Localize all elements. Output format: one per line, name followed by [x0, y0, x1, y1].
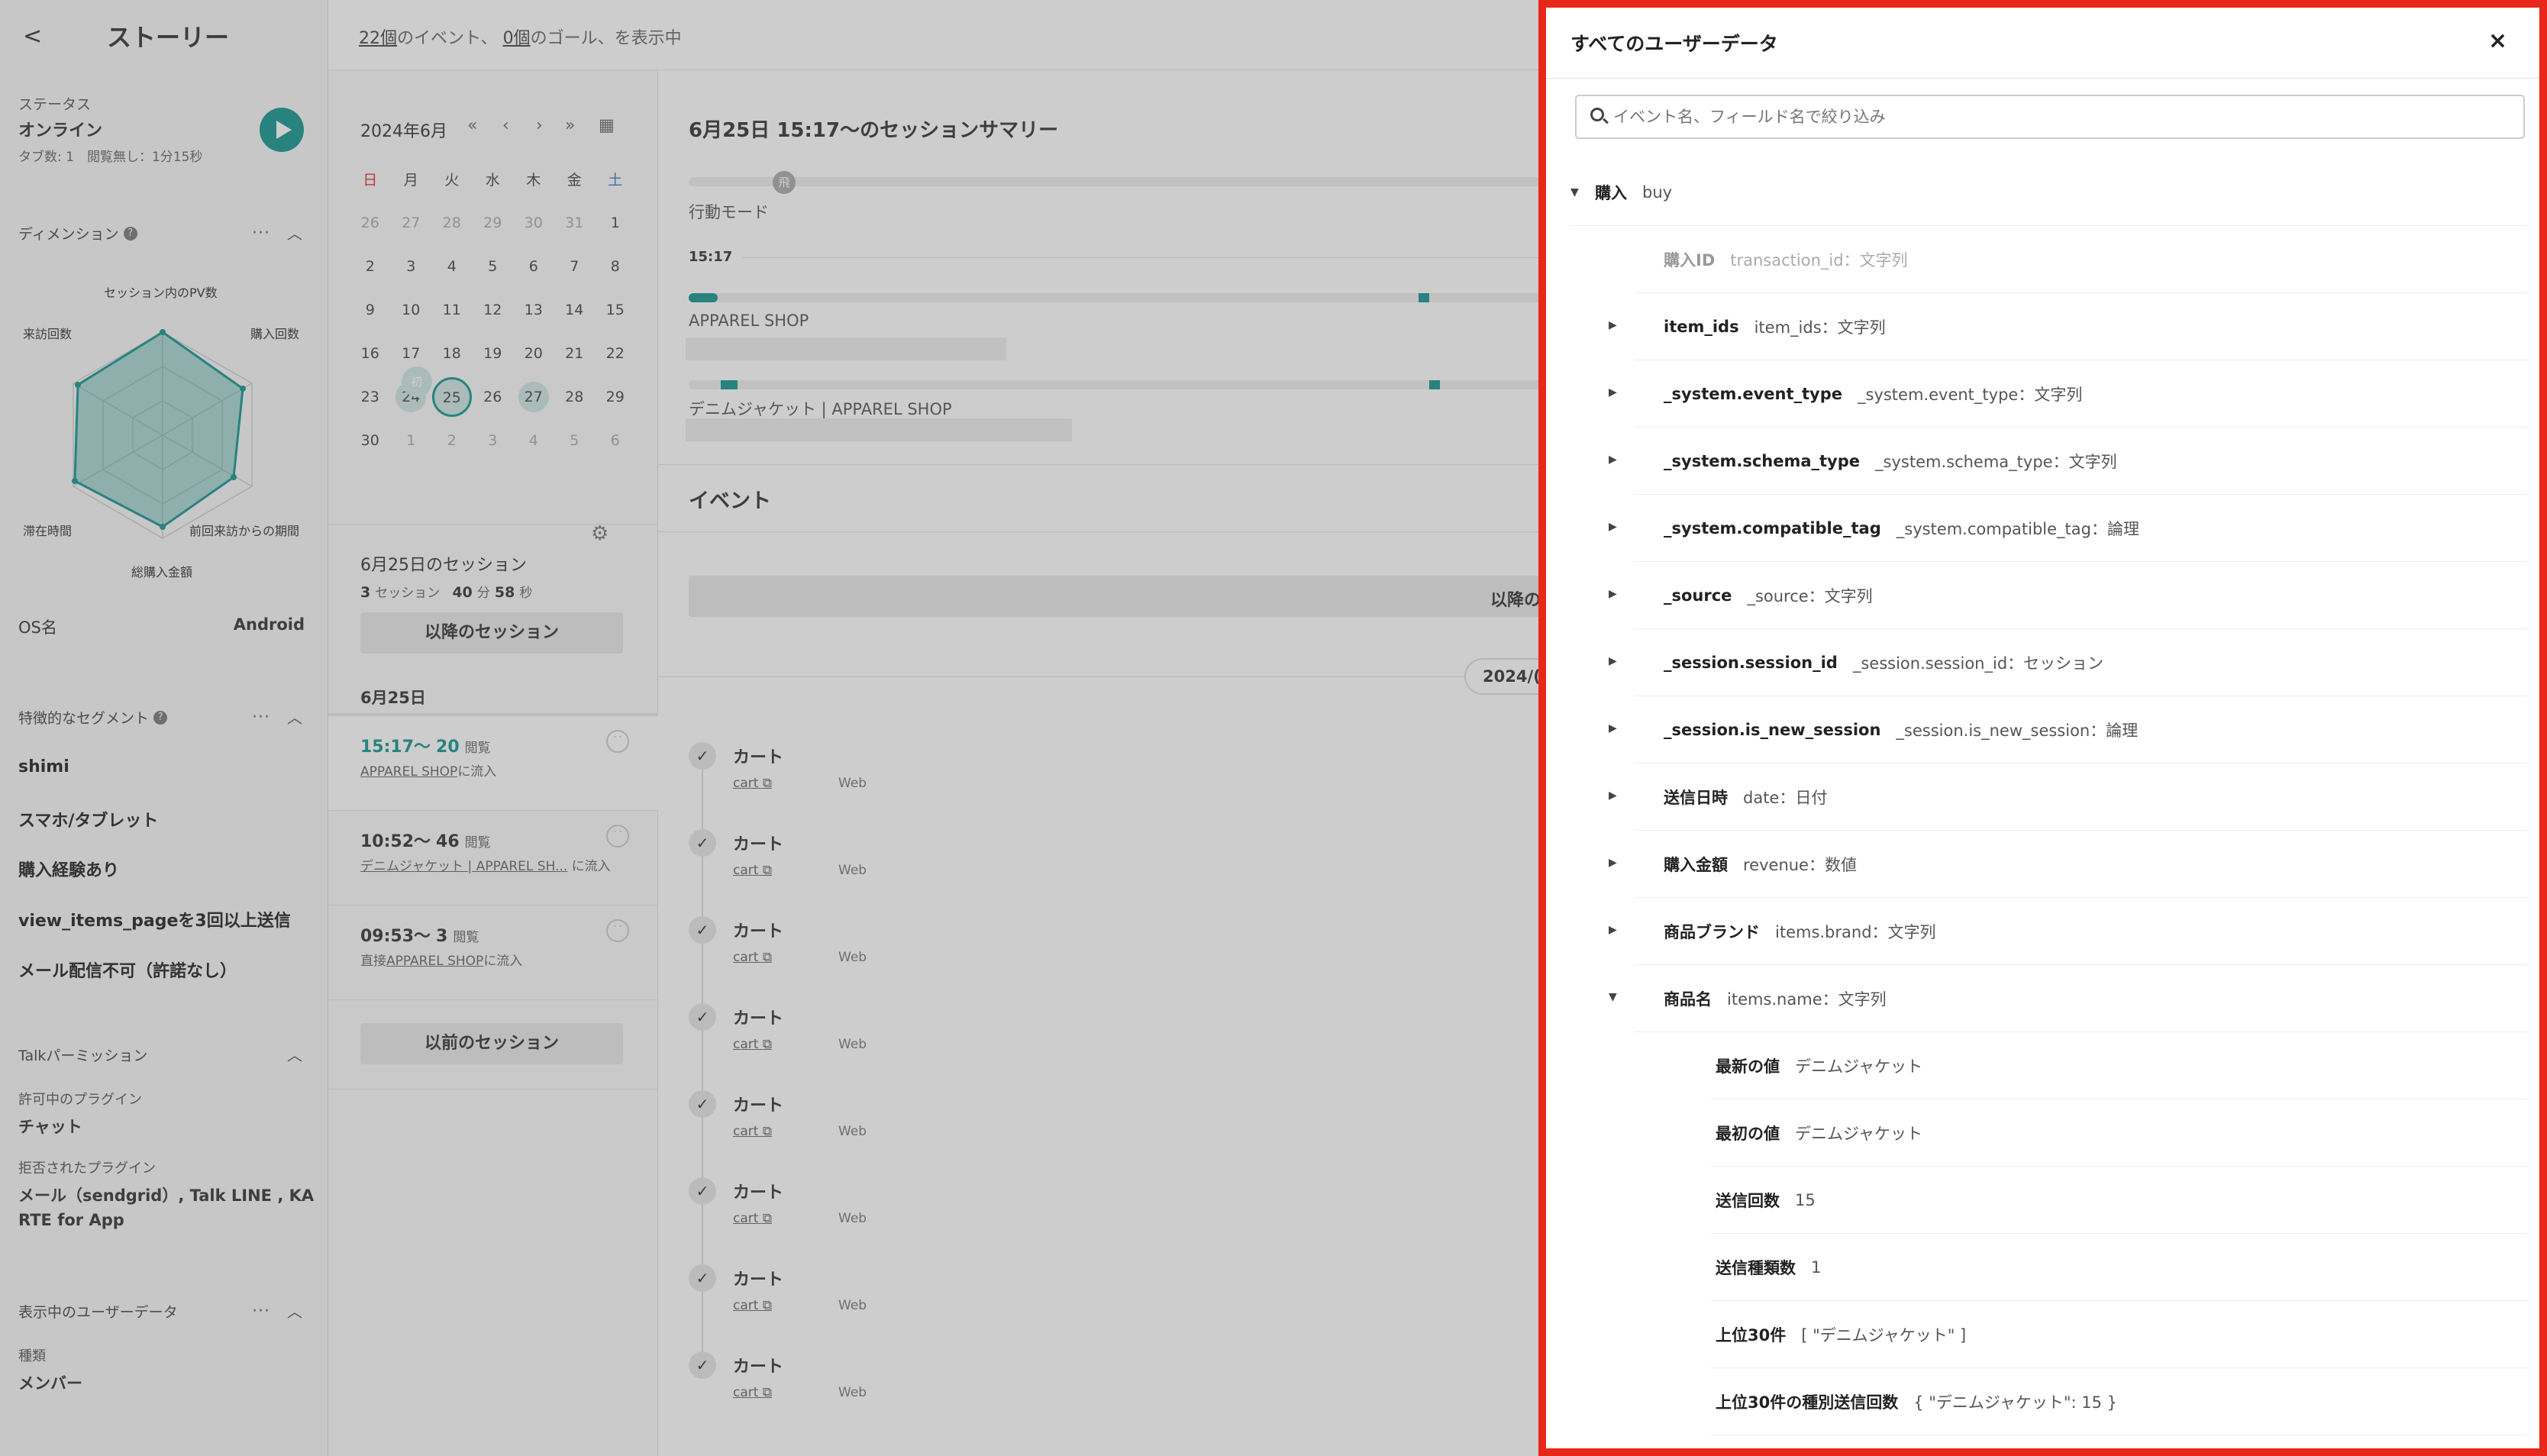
caret-right-icon[interactable]: ▶ — [1609, 655, 1617, 667]
tree-root-row[interactable]: ▼ 購入 buy — [1570, 159, 2527, 226]
row-key: 商品ブランド — [1664, 922, 1760, 941]
caret-right-icon[interactable]: ▶ — [1609, 924, 1617, 936]
row-value: date：日付 — [1743, 788, 1828, 807]
detail-key: 上位30件 — [1716, 1325, 1787, 1345]
detail-value: [ "デニムジャケット" ] — [1801, 1325, 1967, 1345]
caret-right-icon[interactable]: ▶ — [1609, 588, 1617, 600]
row-value: _system.compatible_tag：論理 — [1896, 519, 2139, 538]
row-value: _session.session_id：セッション — [1852, 654, 2104, 673]
row-value: buy — [1642, 182, 1673, 202]
row-key: _session.is_new_session — [1664, 720, 1881, 739]
detail-value: { "デニムジャケット": 15 } — [1913, 1393, 2118, 1412]
tree-row: 購入ID transaction_id：文字列 — [1635, 226, 2527, 293]
row-key: 送信日時 — [1664, 788, 1728, 807]
divider — [1546, 78, 2539, 79]
panel-title: すべてのユーザーデータ — [1570, 33, 1778, 55]
row-value: _source：文字列 — [1747, 586, 1873, 605]
detail-row: 最初の値 デニムジャケット — [1711, 1099, 2527, 1167]
tree-row[interactable]: ▶ 購入金額 revenue：数値 — [1609, 831, 2527, 898]
caret-right-icon[interactable]: ▶ — [1609, 386, 1617, 399]
row-key: _system.compatible_tag — [1664, 518, 1881, 538]
detail-row: 送信種類数 1 — [1711, 1234, 2527, 1301]
caret-right-icon[interactable]: ▶ — [1609, 789, 1617, 802]
row-value: _system.event_type：文字列 — [1858, 385, 2083, 404]
caret-down-icon[interactable]: ▼ — [1570, 186, 1579, 199]
row-value: items.name：文字列 — [1727, 989, 1887, 1009]
row-key: 購入 — [1595, 183, 1627, 202]
row-key: _system.schema_type — [1664, 451, 1861, 470]
tree-row[interactable]: ▶ _source _source：文字列 — [1609, 562, 2527, 629]
tree-row[interactable]: ▶ 商品ブランド items.brand：文字列 — [1609, 898, 2527, 965]
detail-row: 上位30件の種別送信回数 { "デニムジャケット": 15 } — [1711, 1368, 2527, 1435]
row-value: transaction_id：文字列 — [1730, 250, 1908, 270]
caret-right-icon[interactable]: ▶ — [1609, 857, 1617, 869]
detail-key: 送信種類数 — [1716, 1258, 1796, 1277]
row-key: 購入ID — [1664, 250, 1716, 270]
row-value: items.brand：文字列 — [1775, 922, 1936, 941]
row-key: _source — [1664, 586, 1732, 605]
tree-row[interactable]: ▶ _system.compatible_tag _system.compatibl… — [1609, 495, 2527, 562]
tree-row[interactable]: ▶ item_ids item_ids：文字列 — [1609, 293, 2527, 360]
row-value: _system.schema_type：文字列 — [1875, 452, 2117, 471]
detail-key: 最新の値 — [1716, 1057, 1780, 1076]
tree-row[interactable]: ▶ _system.schema_type _system.schema_type：… — [1609, 428, 2527, 495]
detail-value: デニムジャケット — [1795, 1057, 1922, 1076]
row-value: item_ids：文字列 — [1754, 318, 1886, 337]
filter-input[interactable] — [1613, 104, 2514, 130]
detail-row: 送信回数 15 — [1711, 1167, 2527, 1234]
row-key: 商品名 — [1664, 989, 1712, 1009]
search-icon — [1590, 108, 1604, 121]
detail-value: 15 — [1795, 1190, 1816, 1209]
tree-row[interactable]: ▶ _session.is_new_session _session.is_new_… — [1609, 696, 2527, 764]
caret-right-icon[interactable]: ▶ — [1609, 319, 1617, 331]
row-key: 購入金額 — [1664, 855, 1728, 874]
tree-row[interactable]: ▶ 送信日時 date：日付 — [1609, 764, 2527, 831]
tree-row[interactable]: ▶ _system.event_type _system.event_type：文字… — [1609, 360, 2527, 428]
detail-key: 送信回数 — [1716, 1191, 1780, 1210]
close-icon[interactable]: × — [2488, 27, 2507, 54]
caret-down-icon[interactable]: ▼ — [1609, 991, 1617, 1003]
row-value: _session.is_new_session：論理 — [1896, 721, 2139, 740]
filter-search — [1575, 95, 2525, 139]
detail-row: 最新の値 デニムジャケット — [1711, 1032, 2527, 1099]
user-data-panel: すべてのユーザーデータ × ▼ 購入 buy 購入ID transaction_i… — [1538, 0, 2547, 1456]
detail-key: 上位30件の種別送信回数 — [1716, 1393, 1899, 1412]
detail-key: 最初の値 — [1716, 1124, 1780, 1143]
detail-value: デニムジャケット — [1795, 1124, 1922, 1143]
row-key: _system.event_type — [1664, 384, 1842, 403]
caret-right-icon[interactable]: ▶ — [1609, 722, 1617, 734]
row-key: item_ids — [1664, 317, 1739, 336]
row-key: _session.session_id — [1664, 653, 1838, 672]
caret-right-icon[interactable]: ▶ — [1609, 454, 1617, 466]
row-value: revenue：数値 — [1743, 855, 1857, 874]
detail-row: 上位30件 [ "デニムジャケット" ] — [1711, 1301, 2527, 1368]
caret-right-icon[interactable]: ▶ — [1609, 521, 1617, 533]
tree-row[interactable]: ▶ _session.session_id _session.session_id：… — [1609, 629, 2527, 696]
tree-row[interactable]: ▼ 商品名 items.name：文字列 — [1609, 965, 2527, 1032]
detail-value: 1 — [1811, 1257, 1822, 1277]
